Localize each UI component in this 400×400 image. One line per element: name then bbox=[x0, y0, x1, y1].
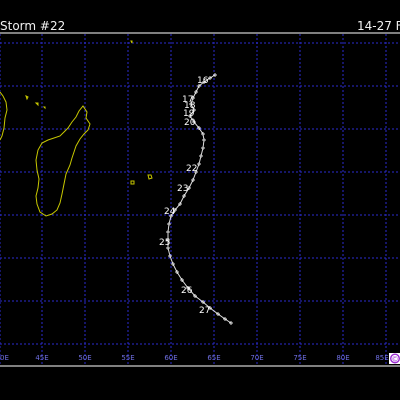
track-point-marker bbox=[202, 138, 206, 142]
lon-label: 0E bbox=[0, 354, 9, 362]
track-point-marker bbox=[166, 230, 170, 234]
track-day-label: 20 bbox=[184, 118, 196, 128]
northern-islet bbox=[130, 40, 133, 44]
lon-label: 85E bbox=[375, 354, 388, 362]
storm-title: Storm #22 bbox=[0, 19, 66, 33]
track-line bbox=[167, 74, 232, 324]
track-day-label: 27 bbox=[199, 306, 210, 316]
track-point-marker bbox=[197, 162, 201, 166]
track-point-marker bbox=[194, 90, 198, 94]
lon-label: 60E bbox=[164, 354, 177, 362]
lon-label: 70E bbox=[250, 354, 263, 362]
storm-track-map: 1617181920222324252627 0E 45E 50E 55E 60… bbox=[0, 32, 400, 367]
storm-track: 1617181920222324252627 bbox=[159, 73, 233, 325]
lon-label: 75E bbox=[293, 354, 306, 362]
track-point-marker bbox=[199, 154, 203, 158]
track-day-label: 23 bbox=[177, 184, 188, 194]
track-point-marker bbox=[191, 178, 195, 182]
track-day-label: 24 bbox=[164, 207, 176, 217]
lon-label: 65E bbox=[207, 354, 220, 362]
reunion-mauritius bbox=[130, 174, 153, 185]
lon-label: 50E bbox=[78, 354, 91, 362]
madagascar-coast bbox=[35, 105, 91, 217]
lon-label: 55E bbox=[121, 354, 134, 362]
track-point-marker bbox=[167, 222, 171, 226]
date-range: 14-27 F bbox=[357, 19, 400, 33]
logo-glyph: © bbox=[392, 356, 399, 364]
lon-label: 45E bbox=[35, 354, 48, 362]
track-day-label: 16 bbox=[197, 76, 209, 86]
track-day-label: 26 bbox=[181, 286, 193, 296]
africa-coast bbox=[0, 91, 8, 141]
track-day-label: 22 bbox=[186, 164, 197, 174]
track-point-marker bbox=[201, 146, 205, 150]
lon-label: 80E bbox=[336, 354, 349, 362]
longitude-labels: 0E 45E 50E 55E 60E 65E 70E 75E 80E 85E bbox=[0, 354, 389, 362]
copyright-logo-icon: © bbox=[389, 353, 400, 364]
track-point-marker bbox=[171, 262, 175, 266]
track-day-label: 25 bbox=[159, 238, 170, 248]
